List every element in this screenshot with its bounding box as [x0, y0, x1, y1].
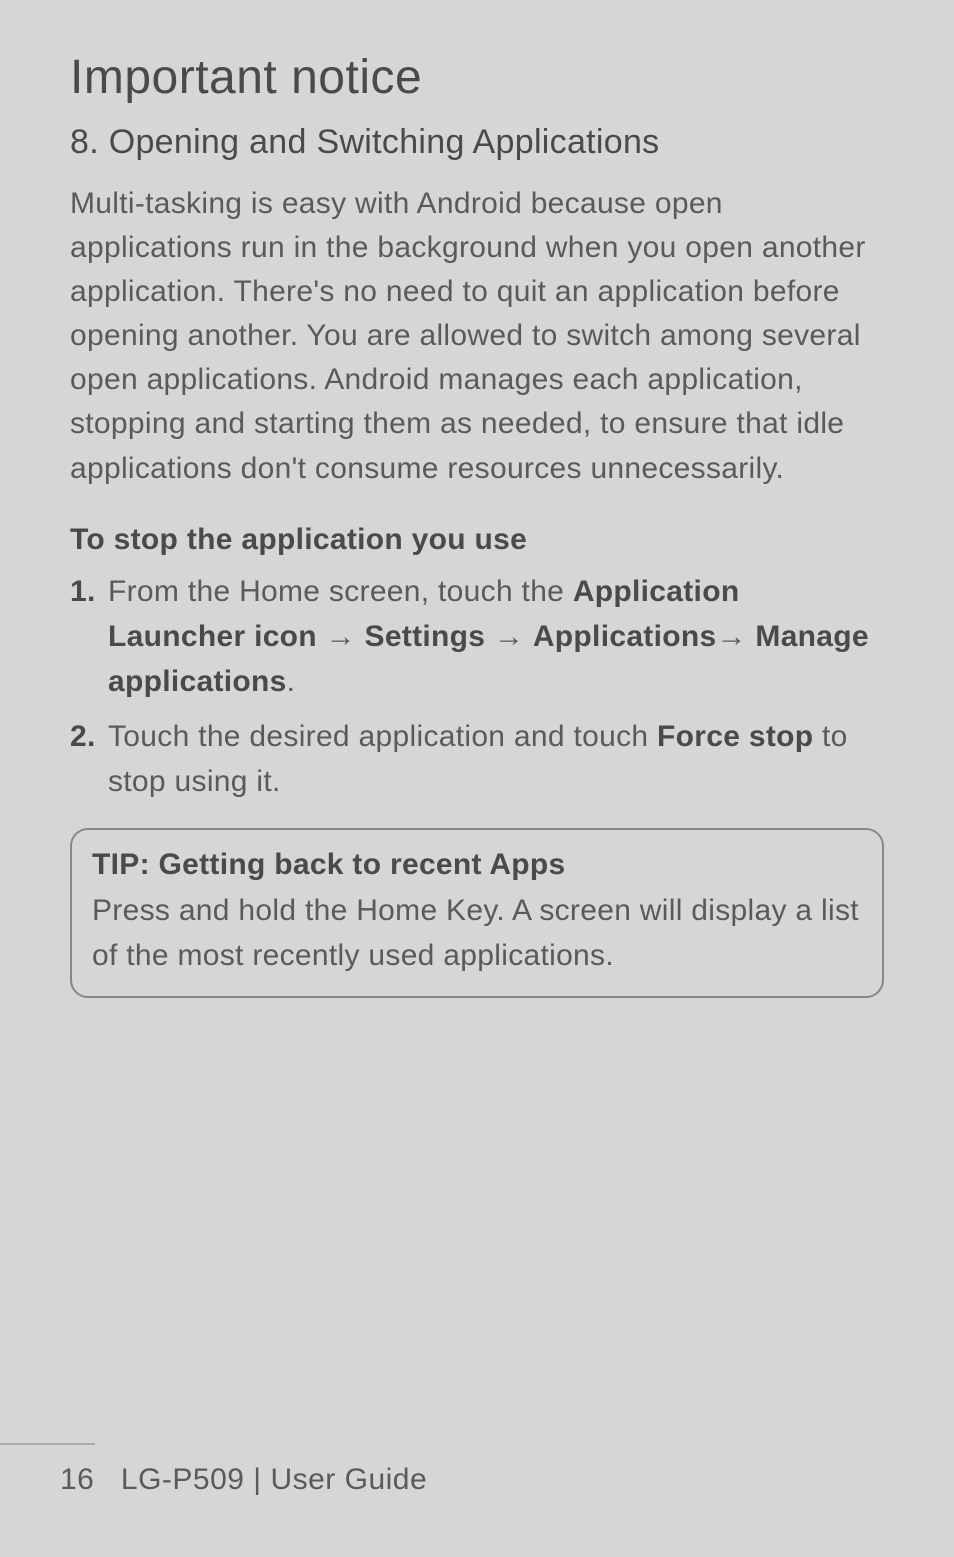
section-heading: 8. Opening and Switching Applications — [70, 123, 884, 162]
tip-box: TIP: Getting back to recent Apps Press a… — [70, 828, 884, 998]
page-title: Important notice — [70, 50, 884, 105]
step-text: . — [287, 665, 296, 698]
arrow-icon: → — [716, 620, 755, 653]
arrow-icon: → — [317, 620, 365, 653]
bold-text: Settings — [365, 620, 486, 653]
step-text: Touch the desired application and touch — [108, 720, 657, 753]
sub-heading: To stop the application you use — [70, 523, 884, 557]
section-body: Multi-tasking is easy with Android becau… — [70, 182, 884, 491]
doc-name: User Guide — [270, 1463, 427, 1496]
steps-list: 1. From the Home screen, touch the Appli… — [70, 569, 884, 804]
page-number: 16 — [60, 1463, 94, 1496]
list-item: 2. Touch the desired application and tou… — [70, 714, 884, 804]
footer-divider — [0, 1443, 95, 1445]
bold-text: Applications — [533, 620, 717, 653]
step-text: From the Home screen, touch the — [108, 575, 573, 608]
arrow-icon: → — [485, 620, 533, 653]
footer-text: 16 LG-P509 | User Guide — [0, 1463, 954, 1497]
tip-title: TIP: Getting back to recent Apps — [92, 848, 862, 882]
page-footer: 16 LG-P509 | User Guide — [0, 1443, 954, 1497]
bold-text: Force stop — [657, 720, 813, 753]
separator: | — [244, 1463, 270, 1496]
tip-body: Press and hold the Home Key. A screen wi… — [92, 888, 862, 978]
list-item: 1. From the Home screen, touch the Appli… — [70, 569, 884, 704]
step-number: 2. — [70, 714, 96, 759]
model-name: LG-P509 — [121, 1463, 245, 1496]
step-number: 1. — [70, 569, 96, 614]
